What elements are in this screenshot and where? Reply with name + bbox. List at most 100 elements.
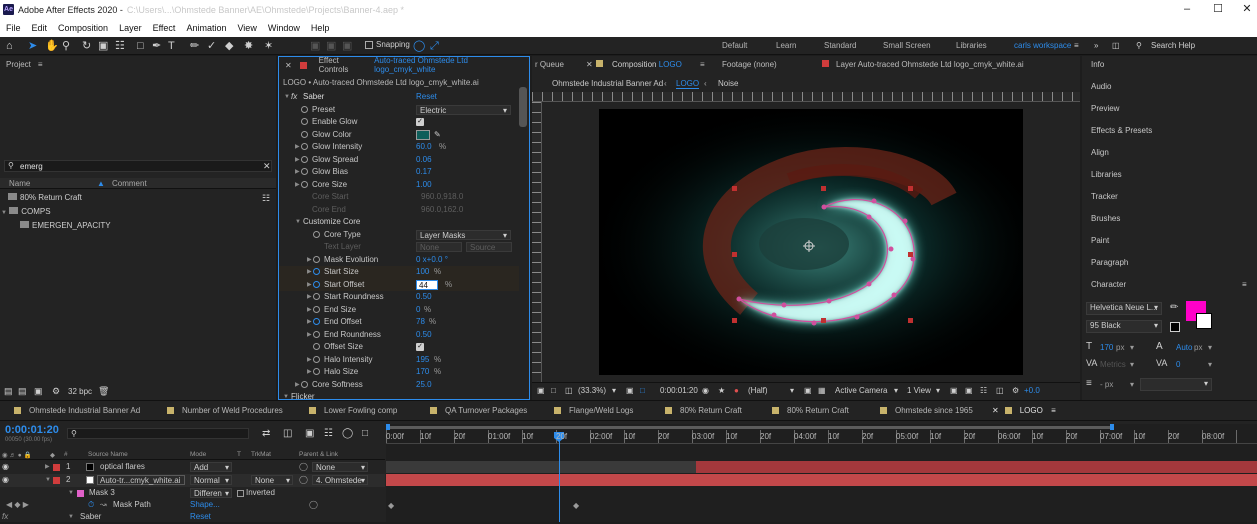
mask-name[interactable]: Mask 3 bbox=[89, 487, 115, 500]
effect-property-row[interactable]: Core Type Layer Masks ▾ bbox=[279, 229, 519, 242]
font-family-dropdown[interactable]: Helvetica Neue L... ▾ bbox=[1086, 302, 1162, 315]
close-tab-icon[interactable]: ✕ bbox=[285, 61, 292, 70]
expand-arrow-icon[interactable]: ▶ bbox=[307, 291, 312, 304]
eyedropper-icon[interactable]: ✎ bbox=[434, 129, 441, 142]
stroke-style-dropdown[interactable]: ▾ bbox=[1140, 378, 1212, 391]
libraries-panel-tab[interactable]: Libraries bbox=[1091, 170, 1122, 179]
flowchart-view-icon[interactable]: ☷ bbox=[980, 386, 987, 395]
menu-help[interactable]: Help bbox=[311, 23, 330, 33]
render-queue-tab[interactable]: r Queue bbox=[535, 60, 564, 69]
pick-whip-icon[interactable]: ◯ bbox=[309, 499, 318, 512]
roto-brush-tool-icon[interactable]: ✸ bbox=[244, 40, 253, 52]
mask-path-value[interactable]: Shape... bbox=[190, 499, 220, 512]
zoom-dropdown[interactable]: (33.3%) bbox=[578, 386, 606, 395]
dropdown-arrow-icon[interactable]: ▾ bbox=[1130, 360, 1134, 369]
graph-icon[interactable]: ↝ bbox=[100, 499, 107, 512]
effect-property-row[interactable]: ▶ Start Roundness 0.50 bbox=[279, 291, 519, 304]
grid-guide-icon[interactable]: ◫ bbox=[565, 386, 573, 395]
expand-arrow-icon[interactable]: ▶ bbox=[307, 316, 312, 329]
timeline-layer-selected[interactable]: ◉ ▼ 2 Auto-tr...cmyk_white.ai Normal ▾ No… bbox=[0, 474, 385, 487]
stopwatch-icon[interactable] bbox=[313, 318, 320, 325]
property-value[interactable]: 78 bbox=[416, 316, 425, 329]
stopwatch-icon[interactable] bbox=[313, 230, 320, 238]
project-menu-icon[interactable]: ≡ bbox=[38, 60, 43, 69]
sort-icon[interactable]: ▲ bbox=[97, 179, 105, 188]
timeline-tab[interactable]: Number of Weld Procedures bbox=[167, 406, 283, 415]
workspace-learn[interactable]: Learn bbox=[776, 41, 796, 50]
menu-file[interactable]: File bbox=[6, 23, 21, 33]
timeline-tab[interactable]: QA Turnover Packages bbox=[430, 406, 527, 415]
project-search-field[interactable]: ⚲ emerg ✕ bbox=[4, 160, 272, 172]
property-dropdown[interactable]: Layer Masks ▾ bbox=[416, 229, 511, 240]
effect-property-row[interactable]: ▶ Glow Bias 0.17 bbox=[279, 166, 519, 179]
stopwatch-icon[interactable] bbox=[313, 330, 320, 338]
expand-arrow-icon[interactable]: ▶ bbox=[295, 166, 300, 179]
track-layer-2-bar[interactable] bbox=[386, 474, 1257, 486]
more-workspaces-icon[interactable]: » bbox=[1094, 41, 1098, 50]
col-name[interactable]: Name bbox=[9, 179, 30, 188]
timeline-tab[interactable]: Lower Fowling comp bbox=[309, 406, 397, 415]
expand-arrow-icon[interactable]: ▶ bbox=[307, 354, 312, 367]
puppet-tool-icon[interactable]: ✶ bbox=[264, 40, 273, 52]
3d-renderer-icon[interactable]: ◫ bbox=[996, 386, 1004, 395]
toggle-pixel-aspect-icon[interactable]: ▣ bbox=[950, 386, 958, 395]
close-tab-icon[interactable]: ✕ bbox=[586, 60, 593, 69]
col-comment[interactable]: Comment bbox=[112, 179, 147, 188]
label-color[interactable] bbox=[53, 464, 60, 471]
effect-property-row[interactable]: ▶ Core Softness 25.0 bbox=[279, 379, 519, 392]
project-folder[interactable]: ▼ COMPS bbox=[1, 207, 51, 216]
maximize-icon[interactable]: ☐ bbox=[1203, 0, 1233, 19]
search-help-input[interactable]: Search Help bbox=[1151, 41, 1195, 50]
stopwatch-icon[interactable] bbox=[301, 118, 308, 125]
clear-search-icon[interactable]: ✕ bbox=[263, 161, 271, 172]
property-value[interactable]: 100 bbox=[416, 266, 429, 279]
camera-snapshot-icon[interactable]: ◉ bbox=[702, 386, 709, 395]
keyframe-icon[interactable]: ◆ bbox=[388, 501, 394, 510]
effect-property-row[interactable]: Core Start 960.0,918.0 bbox=[279, 191, 519, 204]
expand-arrow-icon[interactable]: ▶ bbox=[295, 141, 300, 154]
property-value[interactable]: 195 bbox=[416, 354, 429, 367]
stopwatch-icon[interactable] bbox=[313, 255, 320, 263]
stopwatch-icon[interactable] bbox=[313, 293, 320, 300]
tracker-panel-tab[interactable]: Tracker bbox=[1091, 192, 1118, 201]
mask-color[interactable] bbox=[77, 490, 84, 497]
label-color[interactable] bbox=[53, 477, 60, 484]
stopwatch-icon[interactable] bbox=[313, 268, 320, 275]
exposure-icon[interactable]: ⚙ bbox=[1012, 386, 1019, 395]
visibility-icon[interactable]: ◉ bbox=[2, 461, 9, 474]
timeline-tab[interactable]: Ohmstede since 1965 bbox=[880, 406, 973, 415]
snap-features-icon[interactable]: ⤢ bbox=[430, 40, 439, 52]
layer-tab[interactable]: Layer Auto-traced Ohmstede Ltd logo_cmyk… bbox=[836, 60, 1024, 69]
effect-property-row[interactable]: ▶ Halo Size 170% bbox=[279, 366, 519, 379]
flowchart-icon[interactable]: ☷ bbox=[262, 193, 270, 204]
selection-tool-icon[interactable]: ➤ bbox=[28, 40, 37, 52]
nav-logo[interactable]: LOGO bbox=[676, 79, 700, 89]
expand-arrow-icon[interactable]: ▶ bbox=[295, 379, 300, 392]
layer-name[interactable]: Auto-tr...cmyk_white.ai bbox=[97, 475, 185, 485]
blend-mode-dropdown[interactable]: Add ▾ bbox=[190, 462, 232, 472]
stopwatch-icon[interactable] bbox=[301, 143, 308, 150]
stopwatch-icon[interactable] bbox=[301, 105, 308, 113]
exposure-value[interactable]: +0.0 bbox=[1024, 386, 1040, 395]
project-search-input[interactable]: emerg bbox=[20, 162, 43, 171]
nav-noise[interactable]: Noise bbox=[718, 79, 738, 88]
effect-property-row[interactable]: ▶ Halo Intensity 195% bbox=[279, 354, 519, 367]
reset-link[interactable]: Reset bbox=[416, 91, 437, 104]
axis-world-icon[interactable]: ▣ bbox=[326, 40, 336, 52]
effect-property-row[interactable]: ▶ End Offset 78% bbox=[279, 316, 519, 329]
property-value[interactable]: 0.50 bbox=[416, 329, 432, 342]
black-swatch[interactable] bbox=[1170, 322, 1180, 332]
col-trkmat[interactable]: TrkMat bbox=[251, 451, 271, 458]
paragraph-panel-tab[interactable]: Paragraph bbox=[1091, 258, 1128, 267]
show-snapshot-icon[interactable]: ★ bbox=[718, 386, 725, 395]
blend-mode-dropdown[interactable]: Normal ▾ bbox=[190, 475, 232, 485]
timeline-tab[interactable]: Ohmstede Industrial Banner Ad bbox=[14, 406, 140, 415]
expand-arrow-icon[interactable]: ▼ bbox=[295, 216, 301, 229]
property-value[interactable]: 25.0 bbox=[416, 379, 432, 392]
mask-row[interactable]: ▼ Mask 3 Differen ▾ Inverted bbox=[0, 487, 385, 500]
snap-edges-icon[interactable]: ◯ bbox=[413, 40, 425, 52]
property-value[interactable]: 60.0 bbox=[416, 141, 432, 154]
expand-arrow-icon[interactable]: ▶ bbox=[295, 154, 300, 167]
leading-value[interactable]: Auto bbox=[1176, 343, 1192, 352]
visibility-icon[interactable]: ◉ bbox=[2, 474, 9, 487]
